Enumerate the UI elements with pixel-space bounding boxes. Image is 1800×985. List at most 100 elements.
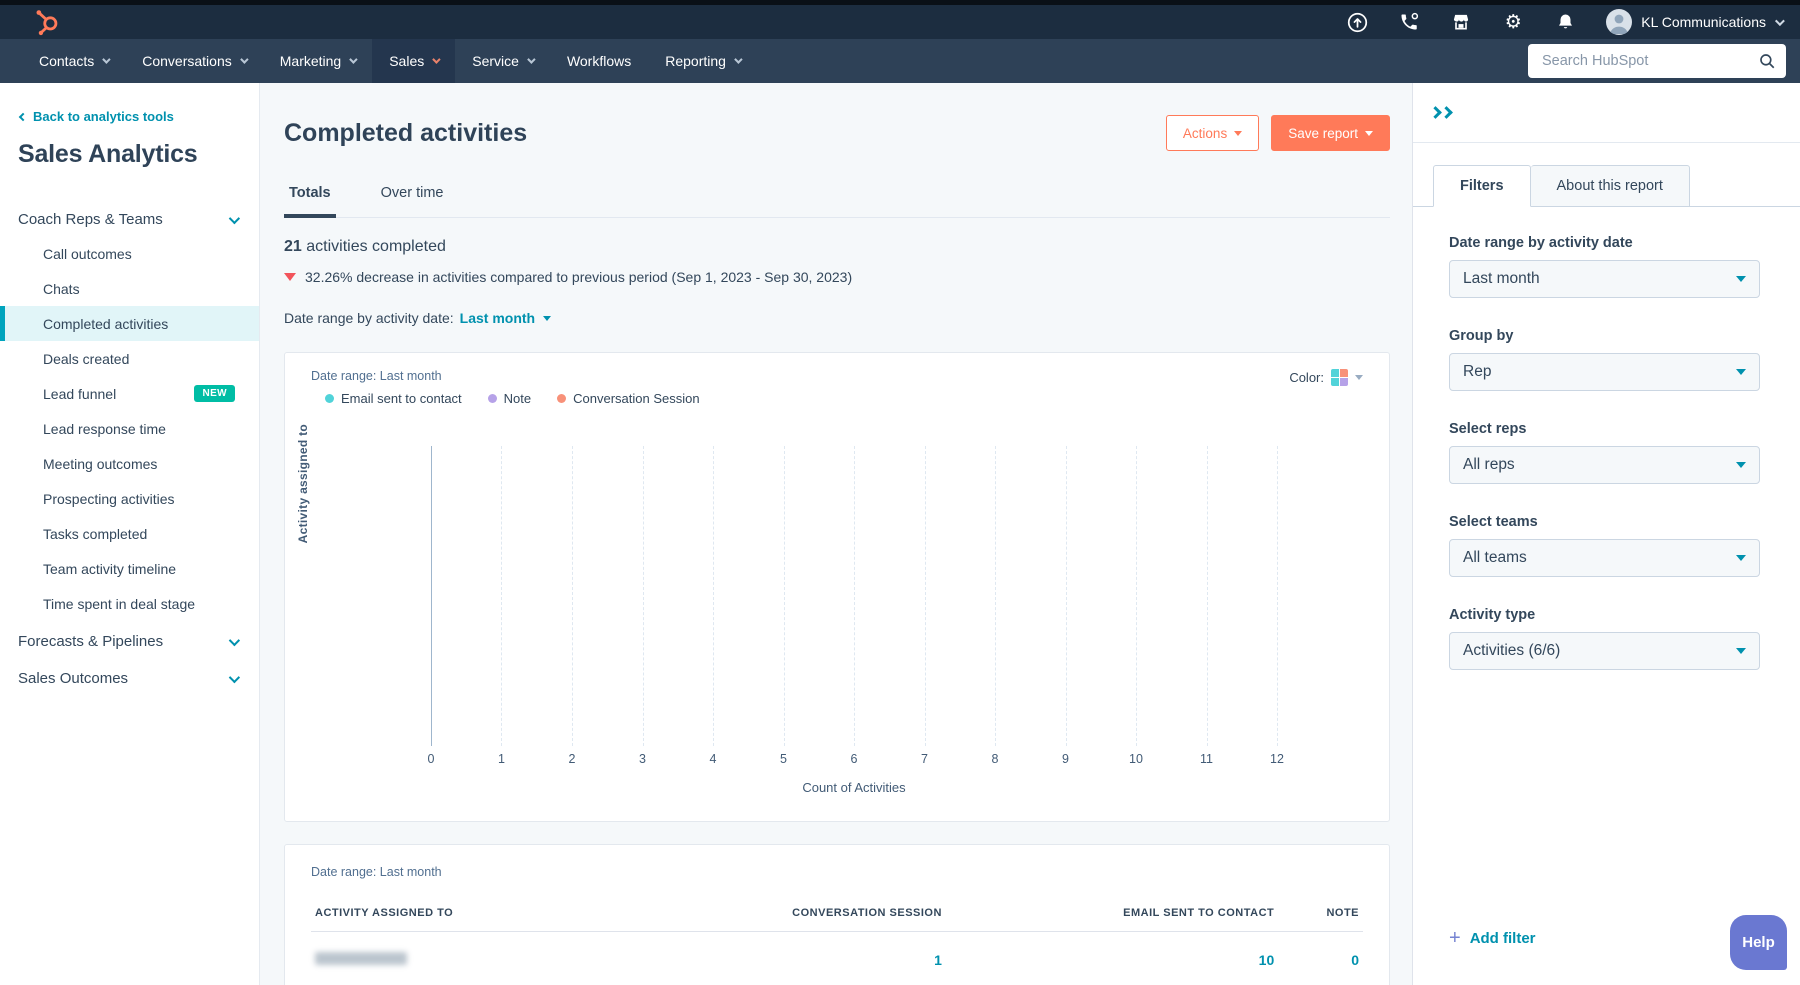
avatar xyxy=(1606,9,1632,35)
caret-down-icon xyxy=(1736,462,1746,468)
cell-email-sent-to-contact[interactable]: 10 xyxy=(946,932,1278,983)
x-tick-label: 1 xyxy=(498,752,505,766)
color-picker[interactable]: Color: xyxy=(1289,369,1363,386)
sidebar-item-time-spent-in-deal-stage[interactable]: Time spent in deal stage xyxy=(0,586,259,621)
sidebar-item-call-outcomes[interactable]: Call outcomes xyxy=(0,236,259,271)
sidebar-title: Sales Analytics xyxy=(18,140,259,169)
gridline xyxy=(431,446,432,746)
col-activity-assigned-to[interactable]: ACTIVITY ASSIGNED TO xyxy=(311,897,616,932)
redacted-rep-name[interactable] xyxy=(315,952,407,965)
activities-table: ACTIVITY ASSIGNED TO CONVERSATION SESSIO… xyxy=(311,897,1363,982)
sidebar-item-completed-activities[interactable]: Completed activities xyxy=(0,306,259,341)
nav-item-sales[interactable]: Sales xyxy=(372,39,455,83)
gridline xyxy=(1136,446,1137,746)
nav-item-contacts[interactable]: Contacts xyxy=(22,39,125,83)
nav-item-conversations[interactable]: Conversations xyxy=(125,39,263,83)
account-menu[interactable]: KL Communications xyxy=(1606,9,1782,35)
nav-item-reporting[interactable]: Reporting xyxy=(648,39,757,83)
chevron-down-icon xyxy=(1775,16,1785,26)
legend-label: Email sent to contact xyxy=(341,391,462,406)
caret-down-icon xyxy=(1736,276,1746,282)
search-input[interactable] xyxy=(1542,53,1758,69)
tab-totals[interactable]: Totals xyxy=(284,175,336,218)
cell-conversation-session[interactable]: 1 xyxy=(616,932,946,983)
chevron-down-icon xyxy=(527,55,535,63)
new-badge: NEW xyxy=(194,385,235,402)
col-note[interactable]: NOTE xyxy=(1278,897,1363,932)
select-reps-select[interactable]: All reps xyxy=(1449,446,1760,484)
caret-down-icon xyxy=(1736,555,1746,561)
save-report-button[interactable]: Save report xyxy=(1271,115,1390,151)
tab-over-time[interactable]: Over time xyxy=(376,175,449,218)
nav-item-service[interactable]: Service xyxy=(455,39,550,83)
settings-icon[interactable]: ⚙ xyxy=(1502,11,1524,33)
sidebar-item-meeting-outcomes[interactable]: Meeting outcomes xyxy=(0,446,259,481)
legend-item[interactable]: Email sent to contact xyxy=(325,391,462,406)
analytics-sidebar: Back to analytics tools Sales Analytics … xyxy=(0,83,260,985)
section-coach-reps-teams: Coach Reps & Teams Call outcomes Chats C… xyxy=(0,203,259,621)
page-title: Completed activities xyxy=(284,119,527,148)
gridline xyxy=(995,446,996,746)
nav-item-workflows[interactable]: Workflows xyxy=(550,39,648,83)
cell-note[interactable]: 0 xyxy=(1278,932,1363,983)
topbar-primary: ⚙ KL Communications xyxy=(0,5,1800,39)
legend-dot-icon xyxy=(557,394,566,403)
trend-indicator: 32.26% decrease in activities compared t… xyxy=(284,269,1390,285)
collapse-panel-icon[interactable] xyxy=(1431,108,1451,117)
sidebar-item-tasks-completed[interactable]: Tasks completed xyxy=(0,516,259,551)
x-tick-label: 9 xyxy=(1062,752,1069,766)
marketplace-icon[interactable] xyxy=(1450,11,1472,33)
hubspot-logo-icon[interactable] xyxy=(34,8,62,36)
help-button[interactable]: Help xyxy=(1730,915,1787,970)
chevron-down-icon xyxy=(229,671,240,682)
chart-card: Date range: Last month Color: Email sent… xyxy=(284,352,1390,822)
section-header-sales-outcomes[interactable]: Sales Outcomes xyxy=(0,662,259,695)
table-header-row: ACTIVITY ASSIGNED TO CONVERSATION SESSIO… xyxy=(311,897,1363,932)
chart-date-range-note: Date range: Last month xyxy=(311,369,442,383)
date-range-dropdown[interactable]: Last month xyxy=(460,310,535,326)
tab-filters[interactable]: Filters xyxy=(1433,165,1531,207)
sidebar-item-lead-funnel[interactable]: Lead funnel NEW xyxy=(0,376,259,411)
legend-item[interactable]: Conversation Session xyxy=(557,391,699,406)
activity-type-select[interactable]: Activities (6/6) xyxy=(1449,632,1760,670)
col-conversation-session[interactable]: CONVERSATION SESSION xyxy=(616,897,946,932)
select-teams-select[interactable]: All teams xyxy=(1449,539,1760,577)
section-header-coach-reps-teams[interactable]: Coach Reps & Teams xyxy=(0,203,259,236)
filter-list: Date range by activity date Last month G… xyxy=(1413,207,1800,670)
col-email-sent-to-contact[interactable]: EMAIL SENT TO CONTACT xyxy=(946,897,1278,932)
legend-item[interactable]: Note xyxy=(488,391,531,406)
nav-item-marketing[interactable]: Marketing xyxy=(263,39,372,83)
caret-down-icon xyxy=(1736,369,1746,375)
upgrade-icon[interactable] xyxy=(1346,11,1368,33)
group-by-select[interactable]: Rep xyxy=(1449,353,1760,391)
search-icon xyxy=(1758,52,1776,70)
bar-chart: Activity assigned to 0123456789101112 Co… xyxy=(311,446,1363,795)
sidebar-item-chats[interactable]: Chats xyxy=(0,271,259,306)
sidebar-item-deals-created[interactable]: Deals created xyxy=(0,341,259,376)
notifications-icon[interactable] xyxy=(1554,11,1576,33)
caret-down-icon xyxy=(1365,131,1373,136)
activities-count: 21 activities completed xyxy=(284,238,1390,256)
decrease-arrow-icon xyxy=(284,273,296,281)
date-range-select[interactable]: Last month xyxy=(1449,260,1760,298)
gridline xyxy=(1277,446,1278,746)
global-search[interactable] xyxy=(1528,44,1786,78)
back-to-analytics-link[interactable]: Back to analytics tools xyxy=(20,109,259,124)
chevron-down-icon xyxy=(349,55,357,63)
account-name: KL Communications xyxy=(1641,14,1766,30)
sidebar-item-lead-response-time[interactable]: Lead response time xyxy=(0,411,259,446)
legend-dot-icon xyxy=(488,394,497,403)
tab-about-this-report[interactable]: About this report xyxy=(1531,165,1690,207)
x-tick-label: 5 xyxy=(780,752,787,766)
legend-label: Note xyxy=(504,391,531,406)
sidebar-item-prospecting-activities[interactable]: Prospecting activities xyxy=(0,481,259,516)
section-header-forecasts-pipelines[interactable]: Forecasts & Pipelines xyxy=(0,625,259,658)
calling-icon[interactable] xyxy=(1398,11,1420,33)
table-card: Date range: Last month ACTIVITY ASSIGNED… xyxy=(284,844,1390,985)
actions-button[interactable]: Actions xyxy=(1166,115,1259,151)
sidebar-item-team-activity-timeline[interactable]: Team activity timeline xyxy=(0,551,259,586)
x-tick-label: 10 xyxy=(1129,752,1143,766)
x-tick-label: 6 xyxy=(851,752,858,766)
plus-icon: + xyxy=(1449,928,1461,948)
filter-group-by: Group by Rep xyxy=(1449,328,1760,391)
